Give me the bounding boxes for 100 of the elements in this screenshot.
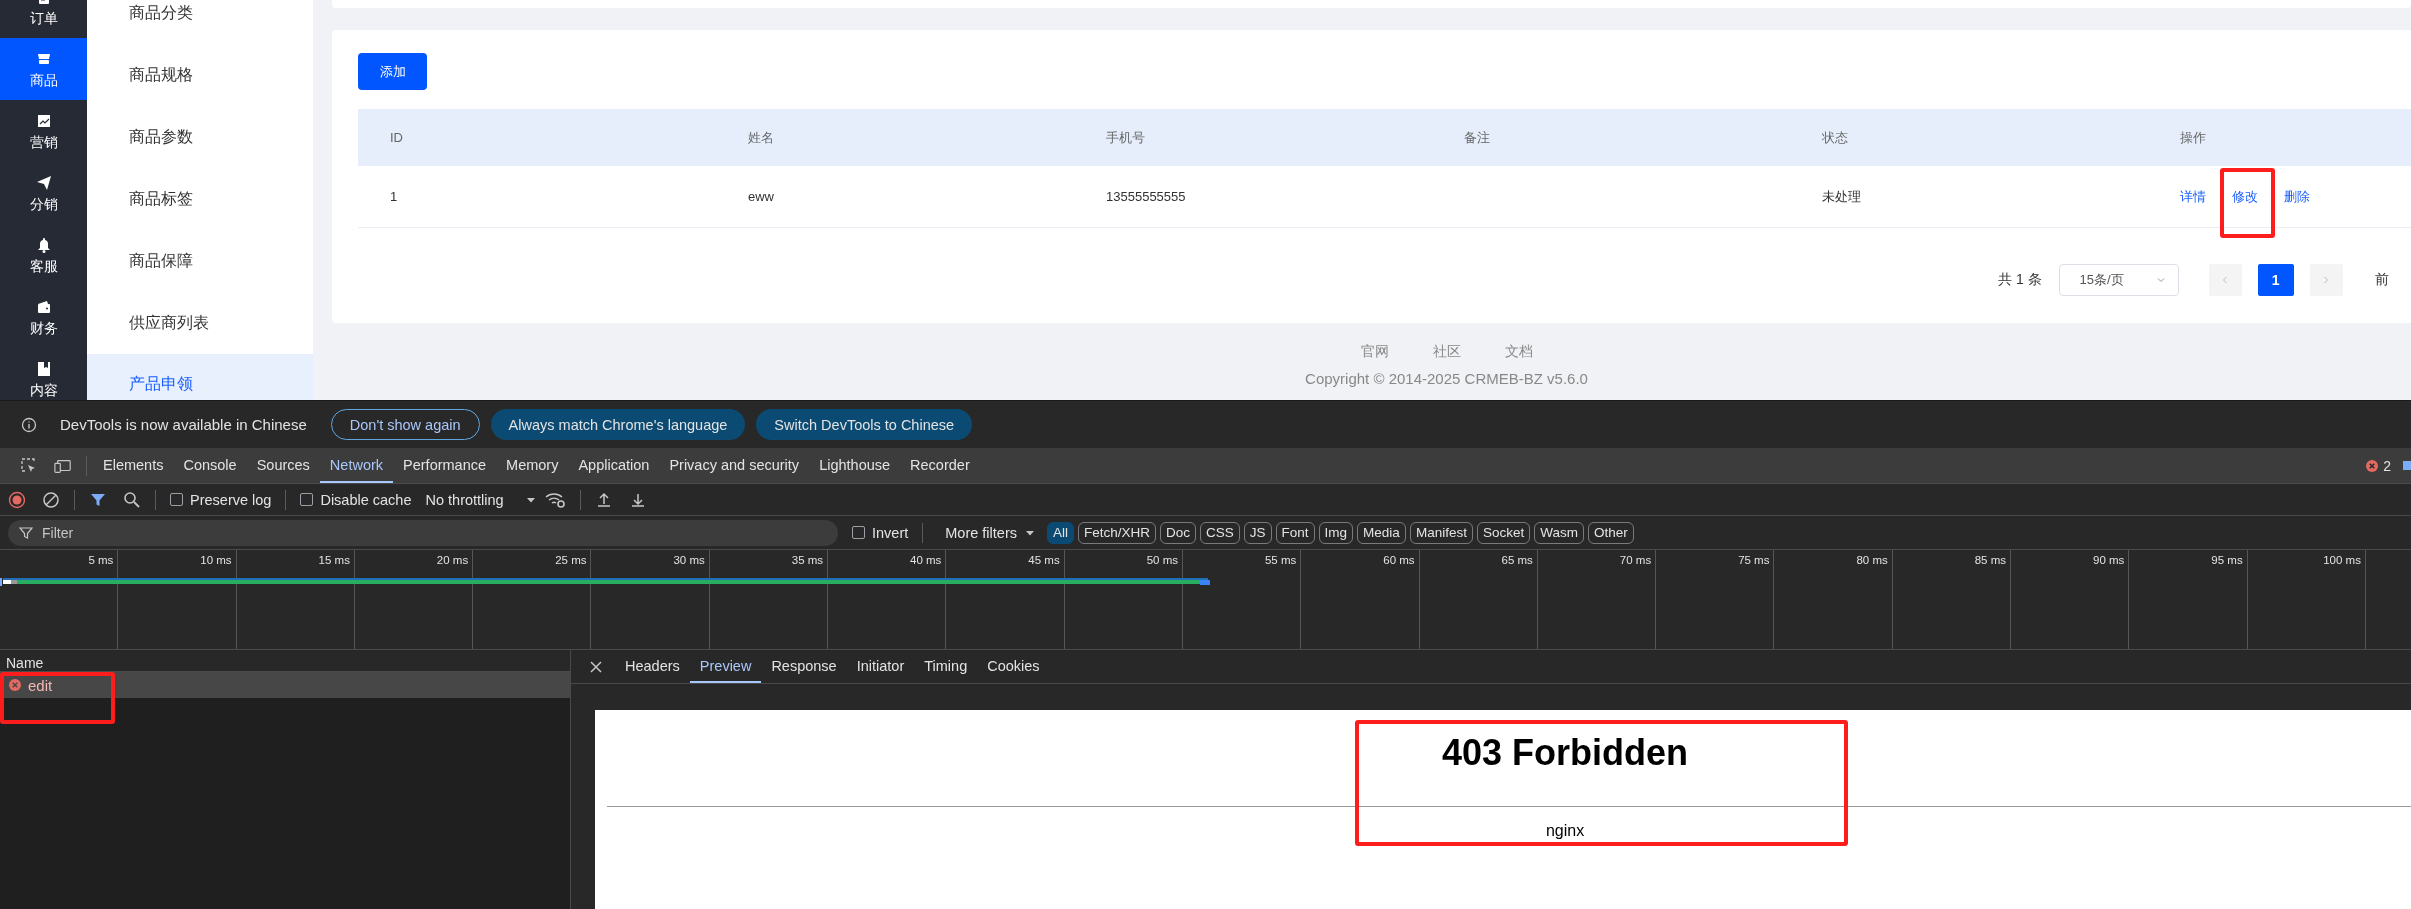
- filter-chip[interactable]: Media: [1357, 521, 1406, 544]
- submenu-item[interactable]: 商品标签: [87, 168, 313, 230]
- detail-tab[interactable]: Headers: [615, 650, 690, 683]
- submenu-item[interactable]: 商品分类: [87, 0, 313, 44]
- filter-chip[interactable]: JS: [1243, 521, 1272, 544]
- detail-tab[interactable]: Response: [761, 650, 847, 683]
- devtools-tab[interactable]: Lighthouse: [809, 448, 901, 483]
- devtools-tab[interactable]: Sources: [246, 448, 320, 483]
- filter-chip[interactable]: Img: [1318, 521, 1354, 544]
- tick-label: 70 ms: [1619, 554, 1652, 568]
- tick-label: 55 ms: [1264, 554, 1297, 568]
- detail-tab[interactable]: Preview: [689, 650, 762, 683]
- search-icon[interactable]: [123, 490, 141, 509]
- send-icon: [35, 174, 52, 191]
- submenu-item[interactable]: 产品申领: [87, 354, 313, 400]
- column-header: 备注: [1463, 128, 1491, 147]
- record-icon[interactable]: [8, 490, 26, 509]
- submenu-item[interactable]: 商品保障: [87, 230, 313, 292]
- filter-chip[interactable]: Socket: [1476, 521, 1531, 544]
- nav-item[interactable]: 订单: [0, 0, 87, 38]
- wallet-icon: [35, 298, 52, 315]
- jump-label: 前: [2374, 271, 2389, 289]
- submenu-item[interactable]: 商品参数: [87, 106, 313, 168]
- devtools-tab[interactable]: Recorder: [900, 448, 980, 483]
- filter-field[interactable]: Filter: [8, 519, 838, 546]
- banner-message: DevTools is now available in Chinese: [60, 416, 307, 433]
- detail-tab[interactable]: Initiator: [846, 650, 915, 683]
- action-link[interactable]: 删除: [2284, 188, 2310, 204]
- tick-label: 95 ms: [2211, 554, 2243, 568]
- filter-chip[interactable]: Fetch/XHR: [1078, 521, 1157, 544]
- page-size-select[interactable]: 15条/页: [2058, 264, 2179, 296]
- devtools-tab[interactable]: Console: [173, 448, 247, 483]
- close-icon[interactable]: [589, 659, 603, 674]
- server-name: nginx: [1544, 821, 1586, 841]
- filter-chip[interactable]: Doc: [1160, 521, 1197, 544]
- filter-chip[interactable]: Manifest: [1409, 521, 1473, 544]
- devtools-tab[interactable]: Network: [319, 448, 394, 483]
- page-button[interactable]: 1: [2257, 264, 2294, 296]
- copyright-text: Copyright © 2014-2025 CRMEB-BZ v5.6.0: [1305, 370, 1588, 387]
- table-cell: eww: [748, 189, 774, 204]
- funnel-icon: [19, 525, 33, 540]
- submenu-item[interactable]: 商品规格: [87, 44, 313, 106]
- error-heading: 403 Forbidden: [1440, 732, 1689, 774]
- action-link[interactable]: 详情: [2180, 188, 2206, 204]
- nav-item[interactable]: 客服: [0, 224, 87, 286]
- wifi-settings-icon[interactable]: [543, 490, 566, 509]
- devtools-tab[interactable]: Privacy and security: [659, 448, 810, 483]
- nav-item[interactable]: 营销: [0, 100, 87, 162]
- devtools-tab[interactable]: Application: [568, 448, 660, 483]
- detail-tab[interactable]: Cookies: [977, 650, 1050, 683]
- tick-label: 30 ms: [673, 554, 705, 568]
- error-count[interactable]: 2: [2383, 457, 2391, 474]
- tick-label: 15 ms: [318, 554, 350, 568]
- detail-tab[interactable]: Timing: [914, 650, 978, 683]
- add-button[interactable]: 添加: [358, 53, 427, 90]
- column-header: Name: [0, 650, 570, 672]
- disable-cache-checkbox[interactable]: Disable cache: [300, 491, 412, 508]
- column-header: 状态: [1821, 128, 1849, 147]
- nav-item[interactable]: 内容: [0, 348, 87, 400]
- table-cell: 13555555555: [1106, 189, 1186, 204]
- tick-label: 35 ms: [791, 554, 824, 568]
- column-header: ID: [389, 130, 404, 145]
- nav-item[interactable]: 分销: [0, 162, 87, 224]
- chart-icon: [35, 112, 52, 129]
- preserve-log-checkbox[interactable]: Preserve log: [170, 491, 272, 508]
- tick-label: 90 ms: [2093, 554, 2125, 568]
- submenu-item[interactable]: 供应商列表: [87, 292, 313, 354]
- banner-button[interactable]: Switch DevTools to Chinese: [756, 409, 973, 440]
- invert-checkbox[interactable]: Invert: [852, 524, 909, 541]
- action-link[interactable]: 修改: [2232, 188, 2258, 204]
- more-filters-dropdown[interactable]: More filters: [945, 524, 1035, 541]
- nav-item[interactable]: 财务: [0, 286, 87, 348]
- filter-chip[interactable]: CSS: [1200, 521, 1240, 544]
- nav-item[interactable]: 商品: [0, 38, 87, 100]
- table-cell: 1: [390, 189, 398, 204]
- devtools-tab[interactable]: Elements: [93, 448, 174, 483]
- devtools-tab[interactable]: Memory: [496, 448, 569, 483]
- filter-chip[interactable]: Font: [1275, 521, 1315, 544]
- info-icon: [21, 416, 37, 433]
- tick-label: 40 ms: [910, 554, 942, 568]
- inspect-icon[interactable]: [20, 456, 38, 475]
- column-header: 操作: [2179, 128, 2207, 147]
- tick-label: 50 ms: [1146, 554, 1178, 568]
- table-cell: 未处理: [1822, 187, 1861, 206]
- filter-chip[interactable]: All: [1047, 521, 1074, 544]
- tick-label: 65 ms: [1501, 554, 1533, 568]
- devtools-tab[interactable]: Performance: [393, 448, 497, 483]
- tick-label: 100 ms: [2323, 554, 2361, 568]
- total-count: 共 1 条: [1998, 271, 2042, 289]
- tick-label: 45 ms: [1028, 554, 1060, 568]
- banner-button[interactable]: Always match Chrome's language: [490, 409, 746, 440]
- tick-label: 20 ms: [436, 554, 469, 568]
- tick-label: 5 ms: [88, 554, 114, 568]
- clear-icon[interactable]: [42, 490, 60, 509]
- tick-label: 10 ms: [200, 554, 232, 568]
- book-icon: [35, 360, 52, 377]
- filter-chip[interactable]: Other: [1587, 521, 1634, 544]
- throttling-select[interactable]: No throttling: [425, 491, 536, 508]
- tick-label: 85 ms: [1974, 554, 2007, 568]
- filter-chip[interactable]: Wasm: [1534, 521, 1584, 544]
